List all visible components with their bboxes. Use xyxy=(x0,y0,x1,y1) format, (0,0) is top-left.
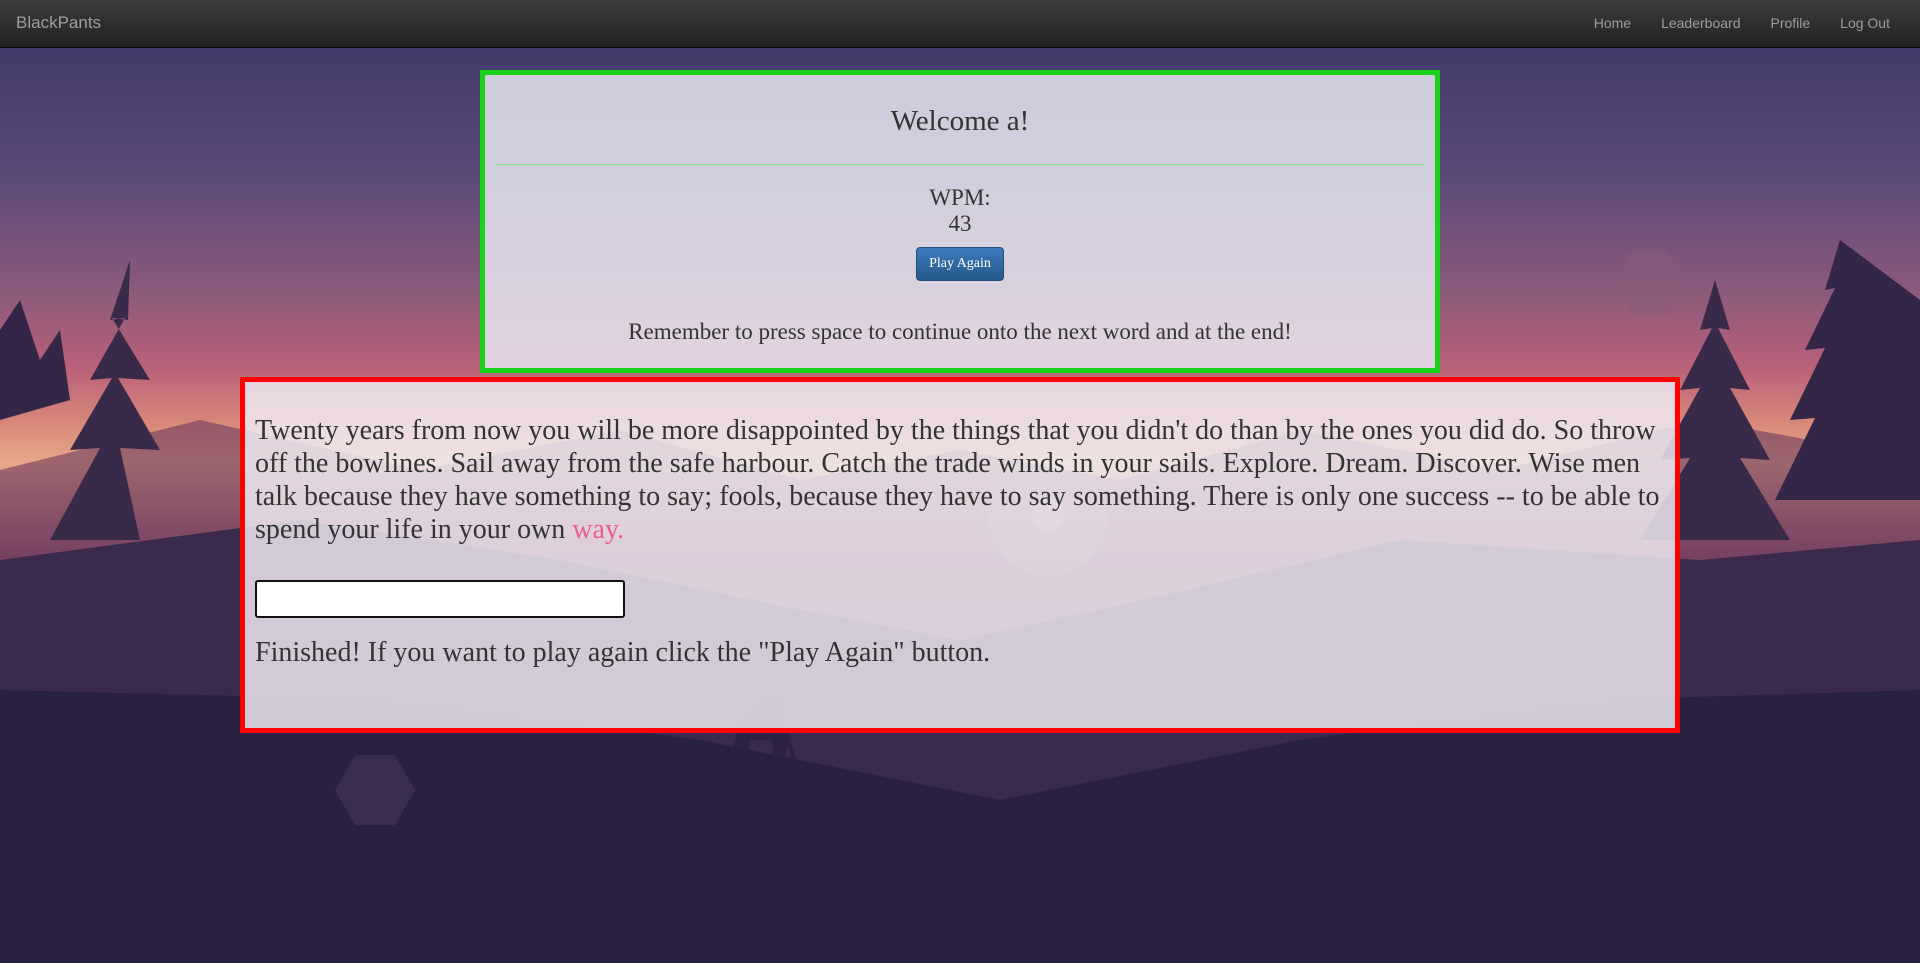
wpm-value: 43 xyxy=(948,211,972,236)
nav-logout-link[interactable]: Log Out xyxy=(1840,15,1890,31)
wpm-label: WPM: xyxy=(929,185,991,210)
passage-current-word: way. xyxy=(572,514,625,545)
brand-link[interactable]: BlackPants xyxy=(16,13,101,33)
nav-links: Home Leaderboard Profile Log Out xyxy=(1594,15,1890,31)
finished-message: Finished! If you want to play again clic… xyxy=(255,637,991,668)
typing-input[interactable] xyxy=(255,580,625,618)
welcome-title: Welcome a! xyxy=(890,105,1030,137)
top-navbar: BlackPants Home Leaderboard Profile Log … xyxy=(0,0,1920,48)
nav-home-link[interactable]: Home xyxy=(1594,15,1631,31)
typing-panel: Twenty years from now you will be more d… xyxy=(240,377,1680,733)
passage-completed-text: Twenty years from now you will be more d… xyxy=(255,415,1660,545)
welcome-panel: Welcome a! WPM: 43 Play Again Remember t… xyxy=(480,70,1440,373)
passage-text: Twenty years from now you will be more d… xyxy=(255,414,1665,546)
divider xyxy=(495,164,1425,165)
nav-leaderboard-link[interactable]: Leaderboard xyxy=(1661,15,1740,31)
nav-profile-link[interactable]: Profile xyxy=(1770,15,1810,31)
reminder-text: Remember to press space to continue onto… xyxy=(628,319,1292,344)
play-again-button[interactable]: Play Again xyxy=(916,247,1004,281)
